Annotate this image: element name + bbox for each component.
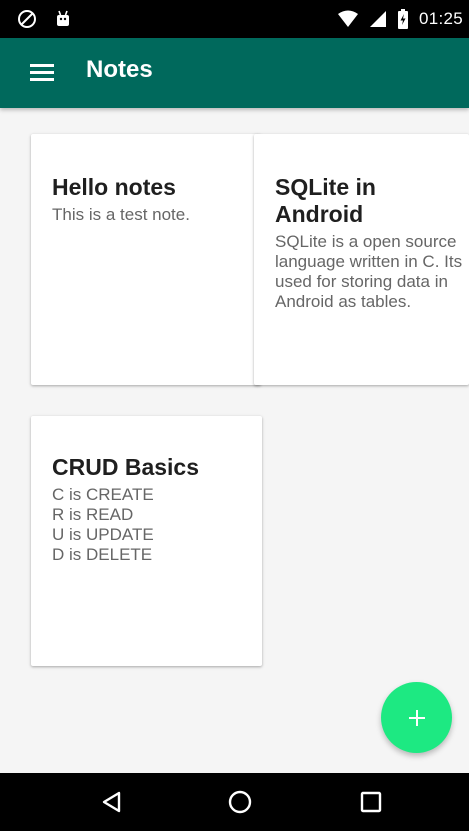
back-icon[interactable] — [100, 790, 124, 814]
android-debug-icon — [57, 10, 69, 26]
note-title: SQLite in Android — [275, 174, 376, 227]
note-body: SQLite is a open source language written… — [275, 232, 463, 311]
app-title: Notes — [86, 56, 153, 83]
note-card[interactable]: Hello notes This is a test note. — [31, 134, 261, 385]
note-card[interactable]: SQLite in Android SQLite is a open sourc… — [254, 134, 469, 385]
recents-icon[interactable] — [359, 790, 383, 814]
note-title: CRUD Basics — [52, 454, 199, 480]
status-time: 01:25 — [418, 9, 463, 28]
wifi-icon — [337, 10, 358, 27]
note-title: Hello notes — [52, 174, 176, 200]
navigation-bar — [0, 773, 469, 831]
note-body: C is CREATE R is READ U is UPDATE D is D… — [52, 485, 154, 564]
note-body: This is a test note. — [52, 205, 190, 224]
plus-icon — [408, 709, 425, 726]
no-sim-icon — [18, 10, 36, 28]
add-note-button[interactable] — [381, 682, 452, 753]
status-bar: 01:25 — [0, 0, 469, 38]
hamburger-menu-icon[interactable] — [30, 62, 54, 84]
notes-screen: 01:25 Notes Hello notes This is a test n… — [0, 0, 469, 831]
battery-charging-icon — [397, 9, 408, 29]
cell-signal-icon — [369, 11, 386, 27]
app-bar: Notes — [0, 38, 469, 108]
status-icons: 01:25 — [337, 0, 463, 38]
note-card[interactable]: CRUD Basics C is CREATE R is READ U is U… — [31, 416, 262, 666]
home-icon[interactable] — [228, 790, 252, 814]
